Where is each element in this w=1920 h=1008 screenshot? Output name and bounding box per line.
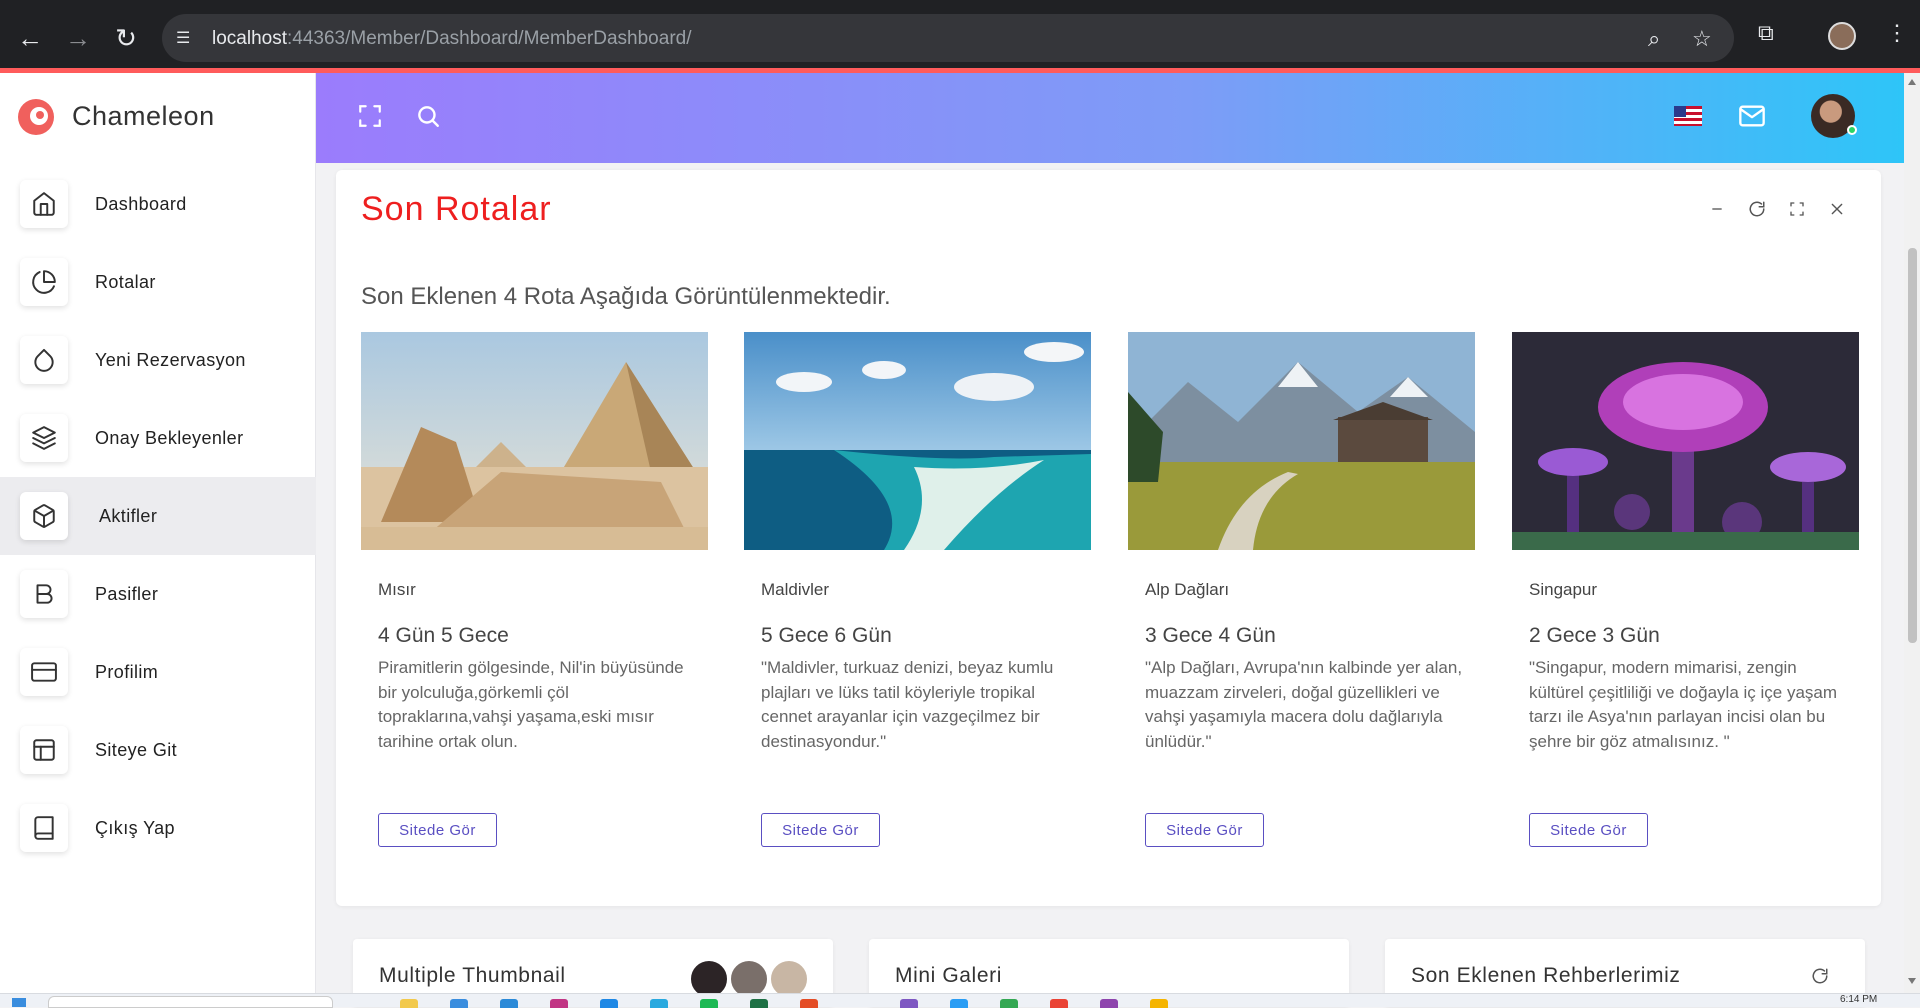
card-title: Mini Galeri [895,964,1002,987]
route-description: "Singapur, modern mimarisi, zengin kültü… [1529,658,1838,751]
home-icon [20,180,68,228]
route-description: "Alp Dağları, Avrupa'nın kalbinde yer al… [1145,658,1463,751]
sidebar-item-rotalar[interactable]: Rotalar [0,243,316,321]
sidebar-item-label: Siteye Git [95,739,178,760]
sidebar-item-dashboard[interactable]: Dashboard [0,165,316,243]
browser-profile-avatar[interactable] [1828,22,1856,50]
fullscreen-icon[interactable] [352,98,388,134]
route-card-singapur: Singapur 2 Gece 3 Gün "Singapur, modern … [1512,332,1859,847]
us-flag-icon[interactable] [1674,106,1702,126]
scroll-thumb[interactable] [1908,248,1917,643]
mail-icon[interactable] [1734,98,1770,134]
browser-menu-icon[interactable]: ⋮ [1886,20,1908,46]
taskbar-search-box[interactable] [48,996,333,1008]
view-on-site-button[interactable]: Sitede Gör [761,813,880,847]
top-header [316,73,1904,163]
brand-name: Chameleon [72,100,215,131]
back-arrow-icon[interactable]: ← [12,20,48,56]
route-image-alps[interactable] [1128,332,1475,550]
droplet-icon [20,336,68,384]
pie-chart-icon [20,258,68,306]
online-status-dot [1847,125,1857,135]
route-duration: 5 Gece 6 Gün [761,624,892,647]
layers-icon [20,414,68,462]
route-name: Singapur [1529,580,1598,599]
sidebar-item-label: Pasifler [95,583,159,604]
close-icon[interactable] [1822,194,1852,224]
site-settings-icon[interactable]: ☰ [176,28,196,48]
route-card-misir: Mısır 4 Gün 5 Gece Piramitlerin gölgesin… [361,332,708,847]
card-subtitle: Son Eklenen 4 Rota Aşağıda Görüntülenmek… [361,283,891,310]
box-icon [20,492,68,540]
sidebar-item-label: Dashboard [95,193,187,214]
expand-icon[interactable] [1782,194,1812,224]
refresh-icon[interactable] [1811,967,1829,990]
route-image-singapore[interactable] [1512,332,1859,550]
route-card-alp-daglari: Alp Dağları 3 Gece 4 Gün "Alp Dağları, A… [1128,332,1475,847]
browser-toolbar: ← → ↻ ☰ localhost:44363/Member/Dashboard… [0,0,1920,70]
bold-icon [20,570,68,618]
taskbar-clock[interactable]: 6:14 PM [1840,994,1877,1005]
layout-icon [20,726,68,774]
minimize-icon[interactable] [1702,194,1732,224]
sidebar-item-label: Rotalar [95,271,156,292]
sidebar-item-label: Çıkış Yap [95,817,175,838]
sidebar-item-label: Yeni Rezervasyon [95,349,246,370]
sidebar-item-pasifler[interactable]: Pasifler [0,555,316,633]
brand[interactable]: Chameleon [16,91,215,141]
zoom-icon[interactable]: ⌕ [1648,26,1660,52]
sidebar-item-aktifler[interactable]: Aktifler [0,477,316,555]
sidebar-menu: Dashboard Rotalar Yeni Rezervasyon Onay … [0,165,316,867]
route-image-maldives[interactable] [744,332,1091,550]
route-name: Mısır [378,580,416,599]
search-icon[interactable] [410,98,446,134]
sidebar-item-yeni-rezervasyon[interactable]: Yeni Rezervasyon [0,321,316,399]
os-taskbar: 6:14 PM [0,993,1920,1008]
scroll-down-arrow-icon[interactable] [1908,978,1916,984]
sidebar-item-label: Profilim [95,661,159,682]
refresh-icon[interactable] [1742,194,1772,224]
sidebar: Chameleon Dashboard Rotalar Yeni Rezerva… [0,73,316,995]
sidebar-item-cikis-yap[interactable]: Çıkış Yap [0,789,316,867]
card-title: Son Eklenen Rehberlerimiz [1411,964,1681,987]
page-scrollbar[interactable] [1904,73,1920,995]
route-duration: 4 Gün 5 Gece [378,624,509,647]
recent-routes-card: Son Rotalar Son Eklenen 4 Rota Aşağıda G… [336,170,1881,906]
scroll-up-arrow-icon[interactable] [1908,79,1916,85]
route-description: "Maldivler, turkuaz denizi, beyaz kumlu … [761,658,1054,751]
address-bar[interactable]: ☰ localhost:44363/Member/Dashboard/Membe… [162,14,1734,62]
route-duration: 3 Gece 4 Gün [1145,624,1276,647]
card-title: Multiple Thumbnail [379,964,566,987]
bookmark-star-icon[interactable]: ☆ [1692,26,1712,52]
chameleon-logo-icon [16,93,56,139]
route-name: Alp Dağları [1145,580,1230,599]
sidebar-item-label: Onay Bekleyenler [95,427,244,448]
view-on-site-button[interactable]: Sitede Gör [1145,813,1264,847]
reload-icon[interactable]: ↻ [108,20,144,56]
route-image-pyramids[interactable] [361,332,708,550]
sidebar-item-siteye-git[interactable]: Siteye Git [0,711,316,789]
route-duration: 2 Gece 3 Gün [1529,624,1660,647]
forward-arrow-icon[interactable]: → [60,20,96,56]
sidebar-item-label: Aktifler [99,505,158,526]
windows-start-icon[interactable] [12,998,26,1007]
sidebar-item-onay-bekleyenler[interactable]: Onay Bekleyenler [0,399,316,477]
extensions-icon[interactable]: ⧉ [1758,20,1774,46]
route-name: Maldivler [761,580,830,599]
view-on-site-button[interactable]: Sitede Gör [1529,813,1648,847]
view-on-site-button[interactable]: Sitede Gör [378,813,497,847]
credit-card-icon [20,648,68,696]
route-card-maldivler: Maldivler 5 Gece 6 Gün "Maldivler, turku… [744,332,1091,847]
url-text[interactable]: localhost:44363/Member/Dashboard/MemberD… [212,28,692,50]
card-title: Son Rotalar [361,190,552,228]
book-icon [20,804,68,852]
sidebar-item-profilim[interactable]: Profilim [0,633,316,711]
route-description: Piramitlerin gölgesinde, Nil'in büyüsünd… [378,658,684,751]
